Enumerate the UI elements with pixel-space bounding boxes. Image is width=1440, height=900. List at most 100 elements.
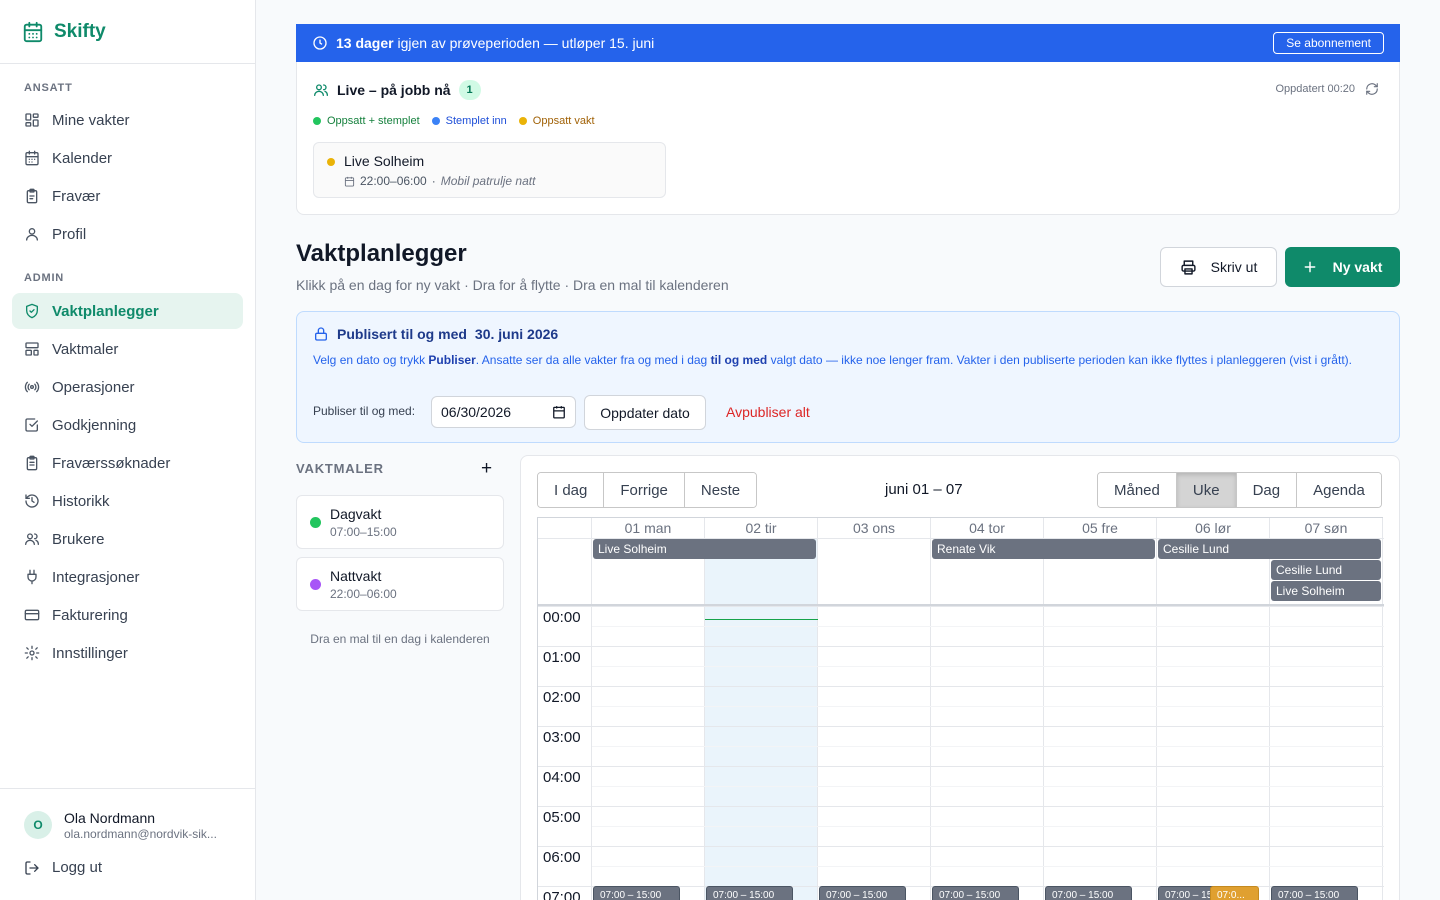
- view-maned-button[interactable]: Måned: [1098, 473, 1177, 507]
- clipboard-icon: [26, 188, 38, 204]
- legend-label: Oppsatt + stemplet: [327, 115, 420, 127]
- hour-line: [538, 766, 1384, 767]
- publish-date-label: Publiser til og med:: [313, 404, 416, 418]
- avatar[interactable]: O: [24, 811, 52, 839]
- shift-event[interactable]: 07:00 – 15:00: [1271, 886, 1358, 900]
- new-shift-label: Ny vakt: [1332, 259, 1383, 275]
- sidebar-item-label: Fakturering: [52, 606, 128, 624]
- view-uke-button[interactable]: Uke: [1176, 473, 1237, 507]
- calendar-picker-icon[interactable]: [552, 405, 566, 419]
- refresh-icon[interactable]: [1365, 82, 1379, 96]
- brand-name: Skifty: [54, 20, 106, 42]
- hour-label: 00:00: [543, 609, 581, 626]
- page-subtitle: Klikk på en dag for ny vakt · Dra for å …: [296, 277, 729, 293]
- allday-event[interactable]: Live Solheim: [593, 539, 816, 559]
- sidebar-item-label: Fravær: [52, 187, 101, 205]
- sidebar-item-profil[interactable]: Profil: [12, 216, 243, 252]
- hour-label: 04:00: [543, 769, 581, 786]
- allday-event[interactable]: Renate Vik: [932, 539, 1155, 559]
- sidebar-item-mine-vakter[interactable]: Mine vakter: [12, 102, 243, 138]
- plug-icon: [27, 569, 37, 585]
- sidebar-item-fakturering[interactable]: Fakturering: [12, 597, 243, 633]
- add-template-button[interactable]: +: [481, 458, 492, 480]
- template-nattvakt[interactable]: Nattvakt 22:00–06:00: [296, 557, 504, 611]
- logout-button[interactable]: Logg ut: [24, 859, 102, 876]
- template-dagvakt[interactable]: Dagvakt 07:00–15:00: [296, 495, 504, 549]
- logout-label: Logg ut: [52, 859, 103, 876]
- sidebar-item-kalender[interactable]: Kalender: [12, 140, 243, 176]
- hour-label: 03:00: [543, 729, 581, 746]
- day-header[interactable]: 05 fre: [1044, 518, 1157, 538]
- shift-event[interactable]: 07:00 – 15:00: [819, 886, 906, 900]
- live-person-card[interactable]: Live Solheim 22:00–06:00 · Mobil patrulj…: [313, 142, 666, 198]
- update-date-button[interactable]: Oppdater dato: [584, 395, 706, 430]
- publish-description: Velg en dato og trykk Publiser. Ansatte …: [313, 352, 1388, 368]
- calendar-small-icon: [344, 176, 355, 187]
- check-square-icon: [25, 418, 38, 432]
- live-person-time: 22:00–06:00: [360, 174, 427, 188]
- sidebar-item-godkjenning[interactable]: Godkjenning: [12, 407, 243, 443]
- print-button[interactable]: Skriv ut: [1160, 247, 1277, 287]
- day-header[interactable]: 01 man: [592, 518, 705, 538]
- view-agenda-button[interactable]: Agenda: [1297, 473, 1381, 507]
- shift-event[interactable]: 07:00 – 15:00: [706, 886, 793, 900]
- day-header[interactable]: 04 tor: [931, 518, 1044, 538]
- hour-label: 07:00: [543, 889, 581, 900]
- radio-icon: [24, 381, 40, 393]
- shift-event[interactable]: 07:00 – 15:00: [593, 886, 680, 900]
- sidebar-item-label: Fraværssøknader: [52, 454, 171, 472]
- sidebar-item-innstillinger[interactable]: Innstillinger: [12, 635, 243, 671]
- meta-separator: ·: [431, 174, 436, 188]
- calendar-i-dag-button[interactable]: I dag: [538, 473, 605, 507]
- sidebar-item-integrasjoner[interactable]: Integrasjoner: [12, 559, 243, 595]
- day-header[interactable]: 02 tir: [705, 518, 818, 538]
- nav-section-admin: ADMIN: [24, 272, 65, 284]
- live-updated: Oppdatert 00:20: [1275, 82, 1379, 96]
- live-person-name: Live Solheim: [344, 153, 425, 169]
- hour-label: 01:00: [543, 649, 581, 666]
- brand[interactable]: Skifty: [0, 0, 255, 64]
- live-count-badge: 1: [458, 80, 481, 100]
- unpublish-all-link[interactable]: Avpubliser alt: [726, 404, 810, 420]
- publish-date-value: 06/30/2026: [441, 404, 512, 420]
- new-shift-button[interactable]: Ny vakt: [1285, 247, 1400, 287]
- allday-event[interactable]: Cesilie Lund: [1271, 560, 1381, 580]
- day-header[interactable]: 07 søn: [1270, 518, 1383, 538]
- user-name: Ola Nordmann: [64, 810, 156, 826]
- shift-event-overlap[interactable]: 07:0...: [1210, 886, 1259, 900]
- shift-event[interactable]: 07:00 – 15:00: [932, 886, 1019, 900]
- credit-card-icon: [24, 609, 40, 621]
- sidebar-item-label: Operasjoner: [52, 378, 135, 396]
- sidebar-item-brukere[interactable]: Brukere: [12, 521, 243, 557]
- hour-label: 02:00: [543, 689, 581, 706]
- sidebar-item-operasjoner[interactable]: Operasjoner: [12, 369, 243, 405]
- history-icon: [25, 494, 39, 508]
- sidebar-item-vaktplanlegger[interactable]: Vaktplanlegger: [12, 293, 243, 329]
- day-header[interactable]: 06 lør: [1157, 518, 1270, 538]
- day-header[interactable]: 03 ons: [818, 518, 931, 538]
- logout-icon: [25, 860, 39, 875]
- allday-event[interactable]: Cesilie Lund: [1158, 539, 1381, 559]
- sidebar-item-label: Mine vakter: [52, 111, 130, 129]
- lock-icon: [315, 327, 327, 341]
- gear-icon: [24, 645, 40, 661]
- template-name: Nattvakt: [330, 568, 382, 584]
- see-subscription-button[interactable]: Se abonnement: [1273, 32, 1384, 54]
- legend-item: Oppsatt + stemplet: [313, 115, 420, 127]
- sidebar-item-historikk[interactable]: Historikk: [12, 483, 243, 519]
- sidebar-item-fravaerssoknader[interactable]: Fraværssøknader: [12, 445, 243, 481]
- users-icon: [314, 84, 328, 96]
- day-divider: [1382, 518, 1383, 900]
- shift-event[interactable]: 07:00 – 15:00: [1045, 886, 1132, 900]
- hour-line: [538, 846, 1384, 847]
- calendar-neste-button[interactable]: Neste: [684, 473, 757, 507]
- sidebar-item-fravaer[interactable]: Fravær: [12, 178, 243, 214]
- sidebar-item-vaktmaler[interactable]: Vaktmaler: [12, 331, 243, 367]
- templates-heading: VAKTMALER: [296, 461, 384, 476]
- clipboard-list-icon: [26, 455, 38, 471]
- allday-event[interactable]: Live Solheim: [1271, 581, 1381, 601]
- publish-date-input[interactable]: 06/30/2026: [431, 396, 576, 428]
- publish-title: Publisert til og med 30. juni 2026: [313, 326, 558, 342]
- view-dag-button[interactable]: Dag: [1236, 473, 1298, 507]
- calendar-forrige-button[interactable]: Forrige: [604, 473, 685, 507]
